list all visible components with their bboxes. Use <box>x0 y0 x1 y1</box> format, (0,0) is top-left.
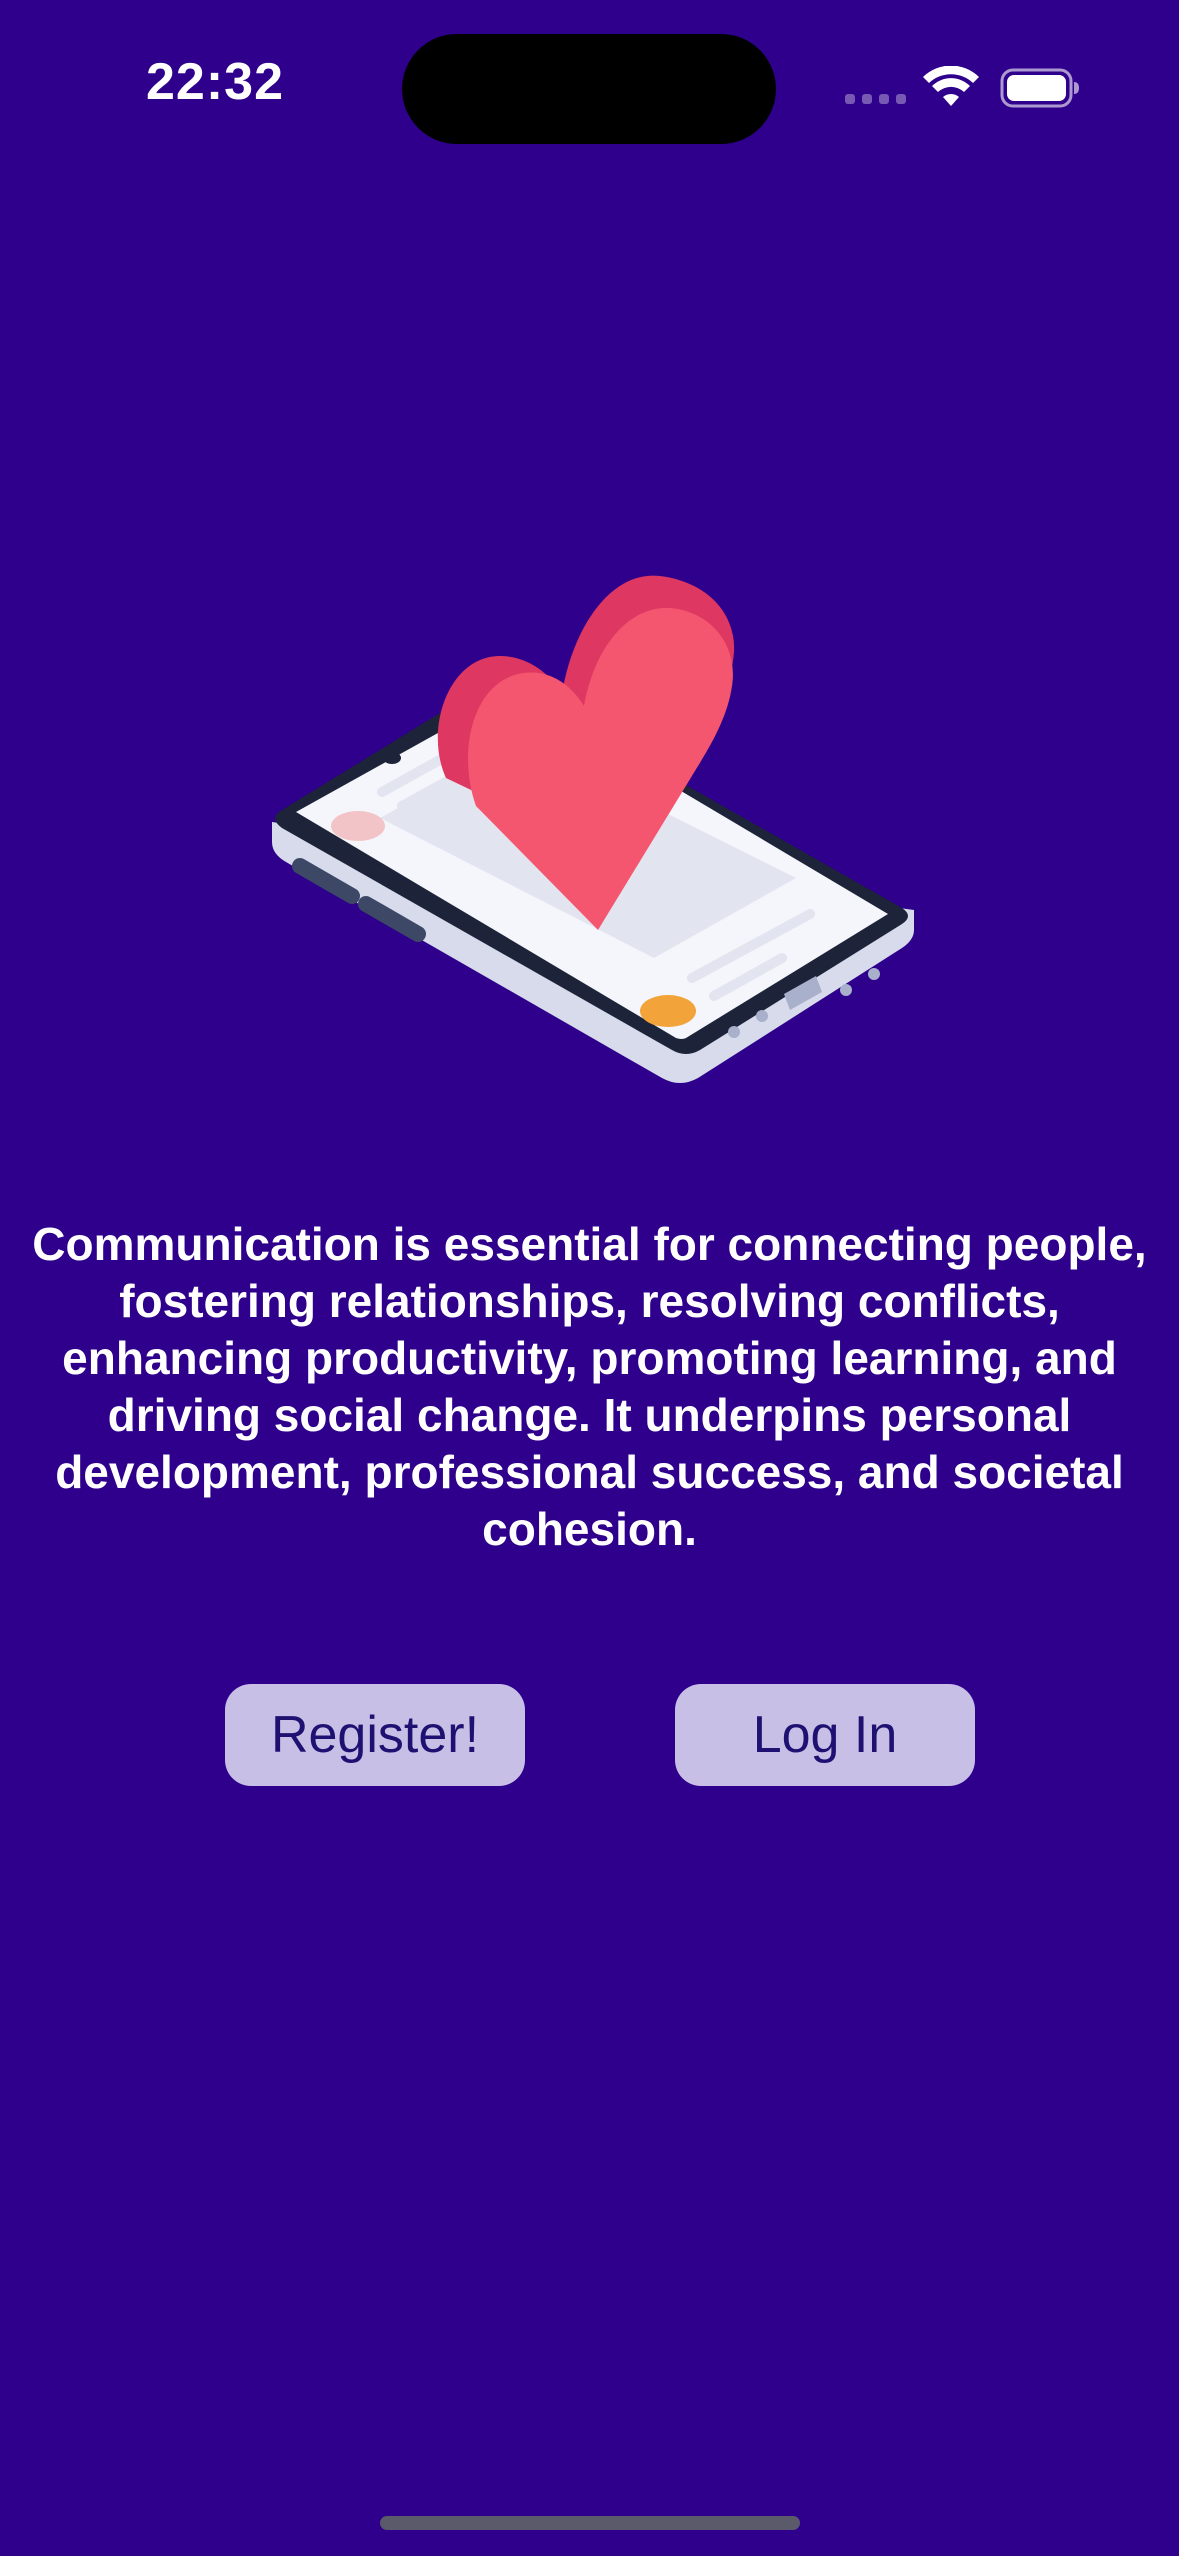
dynamic-island <box>402 34 776 144</box>
status-time: 22:32 <box>146 53 284 111</box>
description-text: Communication is essential for connectin… <box>32 1218 1147 1555</box>
status-bar: 22:32 <box>0 0 1179 170</box>
login-button[interactable]: Log In <box>675 1684 975 1786</box>
cellular-signal-icon <box>845 94 906 104</box>
register-button[interactable]: Register! <box>225 1684 525 1786</box>
home-indicator[interactable] <box>380 2516 800 2530</box>
wifi-icon <box>923 66 979 106</box>
battery-icon <box>1000 68 1079 108</box>
phone-with-heart-illustration <box>272 575 914 1083</box>
